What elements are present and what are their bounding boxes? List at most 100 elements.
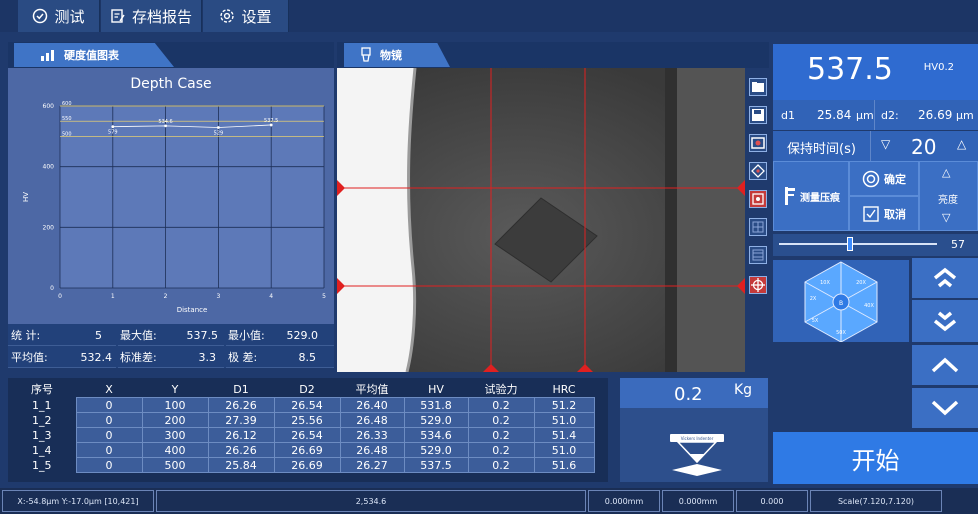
table-cell: 529.0	[403, 442, 469, 458]
crosshair-icon	[751, 278, 765, 292]
data-point	[164, 124, 168, 128]
table-row[interactable]: 1_3 0 300 26.12 26.54 26.33 534.6 0.2 51.4	[8, 427, 595, 443]
table-cell: 51.0	[533, 442, 595, 458]
tab-objective[interactable]: 物镜	[344, 43, 450, 67]
status-bar: X:-54.8μm Y:-17.0μm [10,421] 2,534.6 0.0…	[0, 488, 978, 514]
table-cell: 51.0	[533, 412, 595, 428]
brightness-increase-button[interactable]: △	[942, 166, 950, 179]
start-label: 开始	[851, 446, 900, 475]
table-cell: 531.8	[403, 397, 469, 413]
measurement-table: 序号 X Y D1 D2 平均值 HV 试验力 HRC 1_1 0 100 26.26 26.54 26.…	[8, 378, 608, 482]
table-cell: 529.0	[403, 412, 469, 428]
stat-average-value: 532.4	[80, 350, 113, 364]
test-force-display[interactable]: 0.2 Kg	[620, 378, 768, 408]
y-tick-label: 400	[43, 164, 55, 171]
crosshair-button[interactable]	[749, 276, 767, 294]
stat-count: 统 计: 5	[8, 325, 116, 346]
table-row[interactable]: 1_5 0 500 25.84 26.69 26.27 537.5 0.2 51.6	[8, 457, 595, 473]
brightness-slider-thumb[interactable]	[847, 237, 854, 251]
stage-up-button[interactable]	[912, 345, 978, 385]
table-header-cell: D1	[233, 382, 249, 396]
table-header-cell: Y	[171, 382, 179, 396]
menu-archive-button[interactable]: 存档报告	[101, 0, 202, 32]
table-cell: 1_1	[8, 397, 76, 413]
table-cell: 0	[75, 412, 143, 428]
stat-std-value: 3.3	[198, 350, 217, 364]
table-cell: 300	[141, 427, 209, 443]
hold-time-row: 保持时间(s) ▽ 20 △	[773, 131, 978, 161]
auto-measure-button[interactable]	[749, 162, 767, 180]
table-header-cell: D2	[299, 382, 315, 396]
menu-settings-button[interactable]: 设置	[203, 0, 289, 32]
open-image-button[interactable]	[749, 78, 767, 96]
table-cell: 26.48	[339, 442, 405, 458]
x-tick-label: 2	[164, 293, 168, 300]
brightness-decrease-button[interactable]: ▽	[942, 211, 950, 224]
plot-area	[60, 106, 324, 288]
stage-fast-up-button[interactable]	[912, 258, 978, 298]
brightness-value: 57	[951, 238, 965, 251]
x-tick-label: 0	[58, 293, 62, 300]
table-row[interactable]: 1_4 0 400 26.26 26.69 26.48 529.0 0.2 51.0	[8, 442, 595, 458]
reference-line-label: 500	[62, 131, 72, 137]
confirm-label: 确定	[884, 172, 906, 186]
table-cell: 0.2	[467, 397, 535, 413]
menu-settings-label: 设置	[241, 7, 272, 26]
table-header-cell: 序号	[31, 383, 53, 397]
tab-hardness-chart[interactable]: 硬度值图表	[14, 43, 174, 67]
cross-lines-icon	[752, 249, 764, 261]
line-tool-button[interactable]	[749, 246, 767, 264]
check-circle-icon	[33, 8, 48, 24]
table-cell: 26.48	[339, 412, 405, 428]
menu-test-button[interactable]: 测试	[18, 0, 100, 32]
x-tick-label: 5	[322, 293, 326, 300]
table-header-cell: 平均值	[355, 383, 389, 396]
turret-selector[interactable]: B 10X 20X 40X 50X 5X 2X	[773, 260, 909, 343]
table-cell: 26.69	[273, 457, 341, 473]
status-coordinates: X:-54.8μm Y:-17.0μm [10,421]	[2, 490, 154, 512]
x-tick-label: 4	[269, 293, 273, 300]
turret-label-1: 20X	[856, 280, 866, 286]
x-axis-label: Distance	[177, 306, 208, 314]
turret-label-0: 10X	[820, 280, 830, 286]
brightness-label: 亮度	[938, 195, 958, 206]
focus-button[interactable]	[749, 190, 767, 208]
turret-label-5: 2X	[810, 296, 817, 302]
hold-time-value: 20	[911, 135, 937, 159]
save-image-button[interactable]	[749, 106, 767, 124]
stage-down-button[interactable]	[912, 388, 978, 428]
table-row[interactable]: 1_2 0 200 27.39 25.56 26.48 529.0 0.2 51.0	[8, 412, 595, 428]
table-cell: 27.39	[207, 412, 275, 428]
confirm-button[interactable]: 确定	[849, 161, 919, 196]
stat-average-label: 平均值:	[11, 351, 48, 364]
data-label: 537.5	[264, 118, 278, 124]
snapshot-button[interactable]	[749, 134, 767, 152]
d2-label: d2:	[881, 109, 899, 122]
brightness-slider-track[interactable]	[779, 243, 937, 245]
microscope-image-view[interactable]	[337, 68, 745, 372]
y-tick-label: 600	[43, 103, 55, 110]
table-cell: 26.40	[339, 397, 405, 413]
x-tick-label: 1	[111, 293, 115, 300]
stat-max-label: 最大值:	[120, 329, 157, 342]
cancel-button[interactable]: 取消	[849, 196, 919, 231]
divider	[874, 100, 875, 130]
table-cell: 51.6	[533, 457, 595, 473]
hold-increase-button[interactable]: △	[957, 137, 966, 151]
hold-decrease-button[interactable]: ▽	[881, 137, 890, 151]
indenter-label: Vickers Indenter	[681, 436, 714, 441]
start-button[interactable]: 开始	[773, 432, 978, 484]
grid-tool-button[interactable]	[749, 218, 767, 236]
stage-fast-down-button[interactable]	[912, 300, 978, 342]
target-icon	[752, 193, 764, 205]
sample-image	[337, 68, 745, 372]
stat-range-value: 8.5	[298, 350, 317, 364]
menu-archive-label: 存档报告	[131, 7, 192, 26]
table-row[interactable]: 1_1 0 100 26.26 26.54 26.40 531.8 0.2 51.2	[8, 397, 595, 413]
measure-indent-button[interactable]: 测量压痕	[773, 161, 849, 231]
data-label: 529	[214, 131, 224, 137]
gear-icon	[220, 9, 235, 23]
x-tick-label: 3	[216, 293, 220, 300]
table-cell: 1_5	[8, 457, 76, 473]
y-tick-label: 0	[50, 285, 54, 292]
